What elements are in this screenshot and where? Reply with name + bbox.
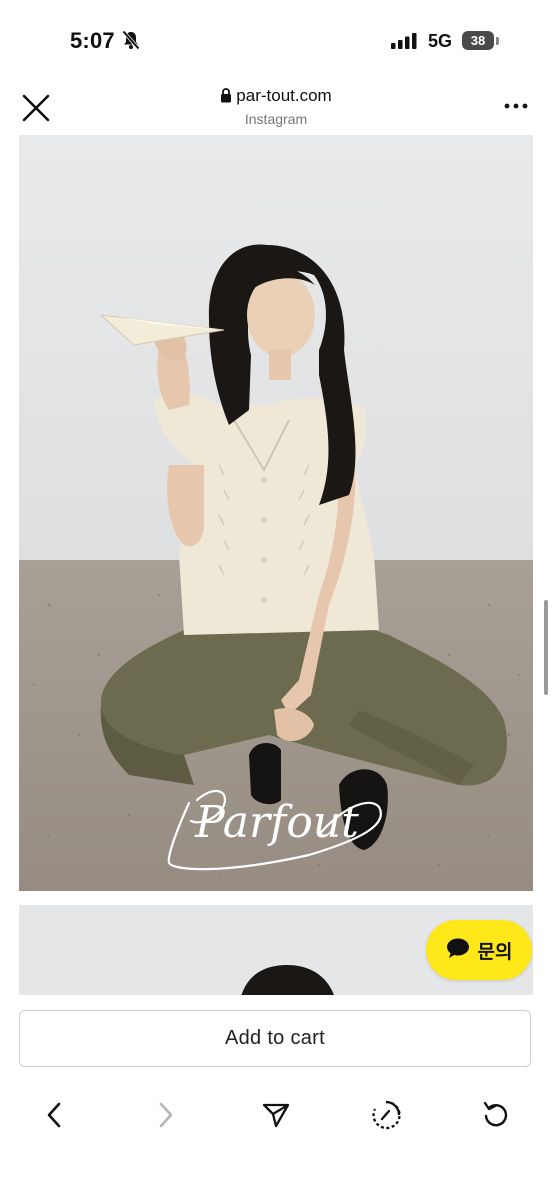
forward-icon[interactable]	[146, 1095, 186, 1135]
more-options-icon[interactable]	[500, 94, 532, 118]
add-to-cart-button[interactable]: Add to cart	[19, 1010, 531, 1067]
source-label: Instagram	[244, 111, 308, 127]
url-bar[interactable]: par-tout.com	[0, 86, 552, 108]
history-icon[interactable]	[366, 1095, 406, 1135]
scrollbar[interactable]	[544, 600, 548, 695]
reload-icon[interactable]	[476, 1095, 516, 1135]
share-send-icon[interactable]	[256, 1095, 296, 1135]
browser-toolbar	[0, 1095, 552, 1135]
chat-bubble-icon	[446, 937, 470, 964]
status-bar: 5:07 5G 38	[0, 0, 552, 80]
back-icon[interactable]	[34, 1095, 74, 1135]
network-type: 5G	[428, 31, 453, 51]
url-text: par-tout.com	[236, 86, 332, 105]
brand-logo-text: Parfout	[194, 797, 359, 848]
product-photo: Parfout	[19, 135, 533, 891]
battery-cap	[496, 37, 499, 45]
lock-icon	[220, 88, 232, 108]
inquiry-chat-button[interactable]: 문의	[426, 920, 532, 980]
battery-level: 38	[470, 33, 486, 48]
browser-header: par-tout.com Instagram	[0, 80, 552, 135]
bell-muted-icon	[122, 30, 140, 55]
signal-icon	[391, 33, 419, 54]
battery-icon: 38	[462, 31, 494, 50]
status-time: 5:07	[70, 28, 115, 53]
chat-label: 문의	[477, 941, 513, 963]
page-content[interactable]: Parfout	[0, 135, 552, 995]
